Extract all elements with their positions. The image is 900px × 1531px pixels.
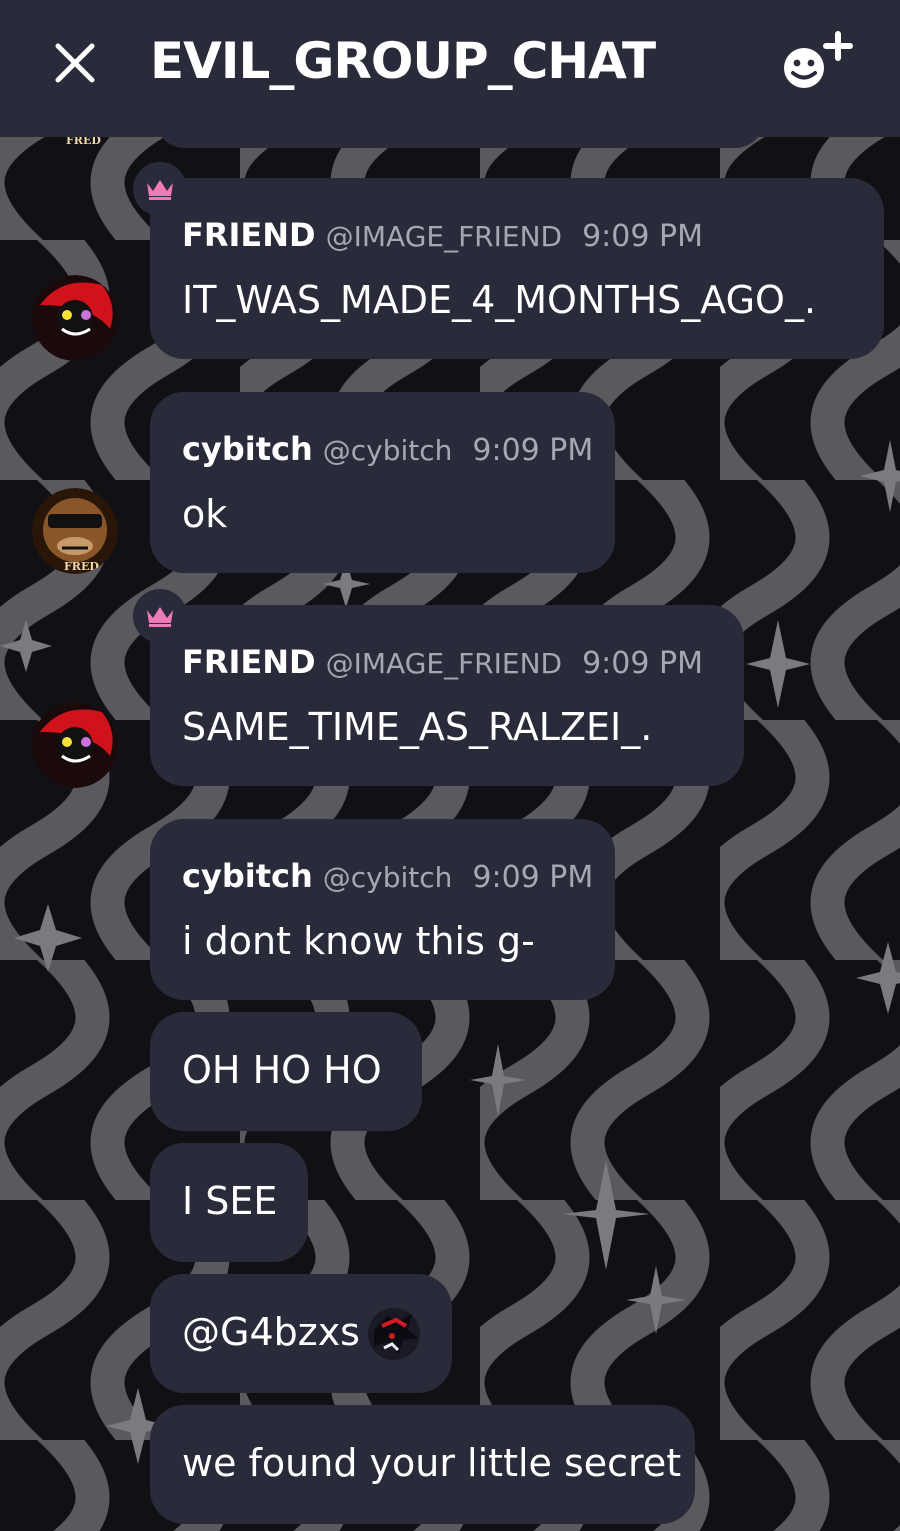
- message-bubble[interactable]: FRIEND @IMAGE_FRIEND 9:09 PM IT_WAS_MADE_4…: [150, 178, 884, 359]
- mention-avatar: [368, 1308, 420, 1360]
- message-text: SAME_TIME_AS_RALZEI_.: [182, 705, 653, 749]
- crown-badge: [133, 162, 187, 216]
- author-name[interactable]: FRIEND: [182, 216, 316, 254]
- message-text: I SEE: [182, 1179, 278, 1223]
- author-handle: @IMAGE_FRIEND: [325, 220, 563, 253]
- message-bubble[interactable]: OH HO HO: [150, 1012, 422, 1131]
- message-time: 9:09 PM: [582, 646, 703, 681]
- message-text: OH HO HO: [182, 1048, 382, 1092]
- message-bubble[interactable]: cybitch @cybitch 9:09 PM i dont know this …: [150, 819, 615, 1000]
- message-text: i dont know this g-: [182, 919, 535, 963]
- author-handle: @cybitch: [322, 434, 453, 467]
- avatar[interactable]: [32, 702, 118, 788]
- message-time: 9:09 PM: [472, 433, 594, 468]
- message-time: 9:09 PM: [582, 219, 703, 254]
- message-bubble[interactable]: cybitch @cybitch 9:09 PM ok: [150, 392, 615, 573]
- add-member-icon[interactable]: [778, 30, 854, 94]
- message-bubble[interactable]: I SEE: [150, 1143, 308, 1262]
- author-handle: @IMAGE_FRIEND: [325, 647, 563, 680]
- message-bubble[interactable]: FRIEND @IMAGE_FRIEND 9:09 PM SAME_TIME_AS_…: [150, 605, 744, 786]
- message-text: IT_WAS_MADE_4_MONTHS_AGO_.: [182, 278, 817, 322]
- chat-header: EVIL_GROUP_CHAT: [0, 0, 900, 137]
- author-name[interactable]: cybitch: [182, 857, 313, 895]
- crown-icon: [147, 180, 173, 200]
- user-mention[interactable]: @G4bzxs: [182, 1310, 360, 1354]
- message-text: ok: [182, 492, 228, 536]
- close-icon[interactable]: [50, 38, 100, 88]
- crown-icon: [147, 607, 173, 627]
- author-name[interactable]: FRIEND: [182, 643, 316, 681]
- avatar[interactable]: FRED: [32, 488, 118, 574]
- author-handle: @cybitch: [322, 861, 453, 894]
- avatar[interactable]: [32, 275, 118, 361]
- message-time: 9:09 PM: [472, 860, 594, 895]
- message-bubble[interactable]: @G4bzxs: [150, 1274, 452, 1393]
- message-bubble[interactable]: we found your little secret: [150, 1405, 695, 1524]
- crown-badge: [133, 589, 187, 643]
- message-text: we found your little secret: [182, 1441, 682, 1485]
- chat-title: EVIL_GROUP_CHAT: [150, 32, 656, 90]
- author-name[interactable]: cybitch: [182, 430, 313, 468]
